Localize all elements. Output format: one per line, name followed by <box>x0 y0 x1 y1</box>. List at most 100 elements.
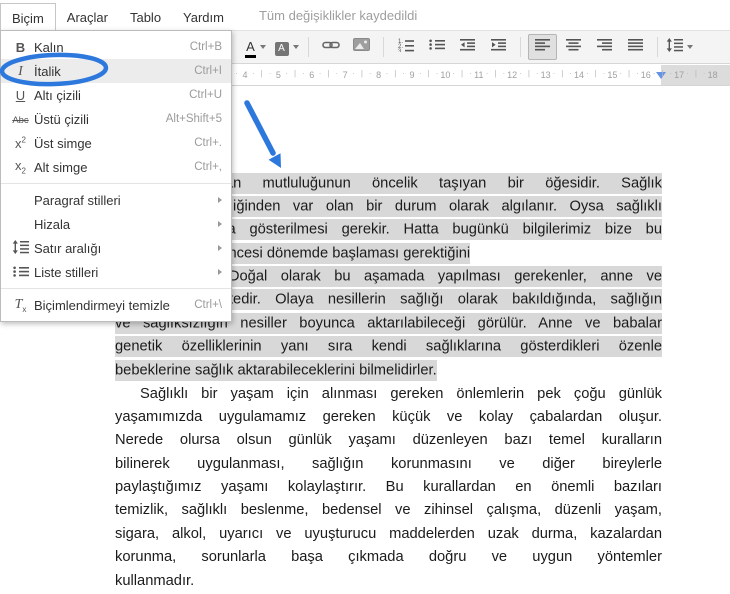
ruler-tick: · <box>469 69 472 78</box>
align-justify-button[interactable] <box>621 34 650 60</box>
text-line[interactable]: genetik özelliklerinin yanı sıra kendi s… <box>115 336 662 359</box>
text-line[interactable]: yaşamımızda uygulamamız gereken küçük ve… <box>115 406 662 429</box>
align-left-button[interactable] <box>528 34 557 60</box>
ruler-tick: | <box>394 69 397 78</box>
text-line[interactable]: Sağlıklı bir yaşam için alınması gereken… <box>115 383 662 406</box>
menu-araçlar[interactable]: Araçlar <box>56 3 119 31</box>
align-left-icon <box>534 38 551 56</box>
ruler-tick: · <box>368 69 372 78</box>
ruler-tick: | <box>294 69 297 78</box>
text-line[interactable]: korunma, sorunlarla başa çıkmada doğru v… <box>115 546 662 569</box>
format-menu-item-altı-çizili[interactable]: U Altı çizili Ctrl+U <box>1 83 231 107</box>
menu-tablo[interactable]: Tablo <box>119 3 172 31</box>
bulleted-list-button[interactable] <box>422 34 451 60</box>
ruler-tick: | <box>594 69 597 78</box>
format-menu-item-liste-stilleri[interactable]: Liste stilleri <box>1 260 231 284</box>
text-line[interactable]: kullanmadır. <box>115 570 662 593</box>
align-center-icon <box>565 38 582 56</box>
align-right-button[interactable] <box>590 34 619 60</box>
ruler-tick: | <box>260 69 263 78</box>
highlight-color-button[interactable]: A <box>272 34 301 60</box>
ruler-tick: | <box>327 69 330 78</box>
numbered-list-button[interactable]: 1. 2. 3. <box>391 34 420 60</box>
ruler-tick: · <box>352 69 355 78</box>
line-spacing-button[interactable] <box>665 34 694 60</box>
text-line[interactable]: bilinerek uygulanması, sağlığın korunmas… <box>115 453 662 476</box>
ruler-tick: · <box>636 69 639 78</box>
menu-item-shortcut: Alt+Shift+5 <box>165 113 222 125</box>
format-menu-dropdown: B Kalın Ctrl+B I İtalik Ctrl+I U Altı çizili Ctr… <box>0 30 232 322</box>
ruler-tick: | <box>461 69 464 78</box>
text-line[interactable]: paylaştığımız yaşamı kolaylaştırır. Bu k… <box>115 476 662 499</box>
menu-yardım[interactable]: Yardım <box>172 3 235 31</box>
menu-item-label: Kalın <box>34 39 64 55</box>
text-line[interactable]: Nerede olursa olsun günlük yaşamı düzenl… <box>115 429 662 452</box>
line-spacing-icon <box>7 240 34 256</box>
ruler-tick: · <box>452 69 456 78</box>
menu-item-label: Altı çizili <box>34 87 81 103</box>
submenu-arrow-icon <box>218 221 222 227</box>
format-menu-item-üst-simge[interactable]: x2 Üst simge Ctrl+. <box>1 131 231 155</box>
ruler-tick: · <box>485 69 489 78</box>
decrease-indent-button[interactable] <box>453 34 482 60</box>
ruler-tick: · <box>535 69 539 78</box>
format-menu-item-biçimlendirmeyi-temizle[interactable]: Tx Biçimlendirmeyi temizle Ctrl+\ <box>1 293 231 317</box>
menu-bar-items: Biçim Araçlar Tablo Yardım <box>0 0 235 32</box>
list-styles-icon <box>7 265 34 280</box>
ruler-tick: | <box>561 69 564 78</box>
menu-biçim[interactable]: Biçim <box>0 3 56 32</box>
ruler-tick: | <box>360 69 363 78</box>
ruler-number: 13 <box>540 70 551 80</box>
text-line[interactable]: temizlik, sağlıklı beslenme, bedensel ve… <box>115 499 662 522</box>
image-icon <box>353 38 370 56</box>
bulleted-list-icon <box>428 38 445 56</box>
align-justify-icon <box>627 38 644 56</box>
superscript-icon: x2 <box>15 135 26 151</box>
text-color-icon: A <box>245 38 256 58</box>
format-menu-item-kalın[interactable]: B Kalın Ctrl+B <box>1 35 231 59</box>
ruler-tick: · <box>235 69 238 78</box>
menu-item-label: Liste stilleri <box>34 264 99 280</box>
menu-item-label: İtalik <box>34 63 61 79</box>
format-menu-item-alt-simge[interactable]: x2 Alt simge Ctrl+, <box>1 155 231 179</box>
insert-link-button[interactable] <box>316 34 345 60</box>
indent-icon <box>490 38 507 56</box>
strikethrough-icon: Abc <box>12 115 29 127</box>
text-color-button[interactable]: A <box>241 34 270 60</box>
increase-indent-button[interactable] <box>484 34 513 60</box>
ruler-tick: · <box>285 69 289 78</box>
ruler-tick: · <box>318 69 322 78</box>
ruler-tick: · <box>385 69 389 78</box>
ruler-tick: · <box>335 69 339 78</box>
align-right-icon <box>596 38 613 56</box>
menu-bar: Biçim Araçlar Tablo Yardım Tüm değişiklikle… <box>0 0 730 32</box>
chevron-down-icon <box>687 45 693 49</box>
menu-item-label: Biçimlendirmeyi temizle <box>34 297 170 313</box>
ruler-tick: | <box>694 69 697 78</box>
menu-item-shortcut: Ctrl+, <box>194 161 222 173</box>
ruler-tick: · <box>519 69 522 78</box>
format-menu-item-paragraf-stilleri[interactable]: Paragraf stilleri <box>1 188 231 212</box>
ruler-tick: · <box>302 69 305 78</box>
ruler-number: 4 <box>242 70 248 80</box>
ruler-tick: · <box>552 69 556 78</box>
format-menu-item-i-talik[interactable]: I İtalik Ctrl+I <box>1 59 231 83</box>
ruler-tick: | <box>527 69 530 78</box>
outdent-icon <box>459 38 476 56</box>
ruler-number: 18 <box>707 70 718 80</box>
ruler-tick: · <box>402 69 405 78</box>
menu-item-shortcut: Ctrl+I <box>194 65 222 77</box>
text-line[interactable]: bebeklerine sağlık aktarabileceklerini b… <box>115 359 662 382</box>
selected-text: bebeklerine sağlık aktarabileceklerini b… <box>115 359 437 381</box>
format-menu-item-üstü-çizili[interactable]: Abc Üstü çizili Alt+Shift+5 <box>1 107 231 131</box>
align-center-button[interactable] <box>559 34 588 60</box>
menu-item-label: Hizala <box>34 216 71 232</box>
text-line[interactable]: sigara, alkol, uyarıcı ve uyuşturucu mad… <box>115 523 662 546</box>
ruler-tick: · <box>619 69 623 78</box>
selected-text: genetik özelliklerinin yanı sıra kendi s… <box>115 336 662 358</box>
insert-image-button[interactable] <box>347 34 376 60</box>
format-menu-item-hizala[interactable]: Hizala <box>1 212 231 236</box>
menu-item-label: Satır aralığı <box>34 240 102 256</box>
format-menu-item-satır-aralığı[interactable]: Satır aralığı <box>1 236 231 260</box>
ruler-number: 16 <box>640 70 651 80</box>
